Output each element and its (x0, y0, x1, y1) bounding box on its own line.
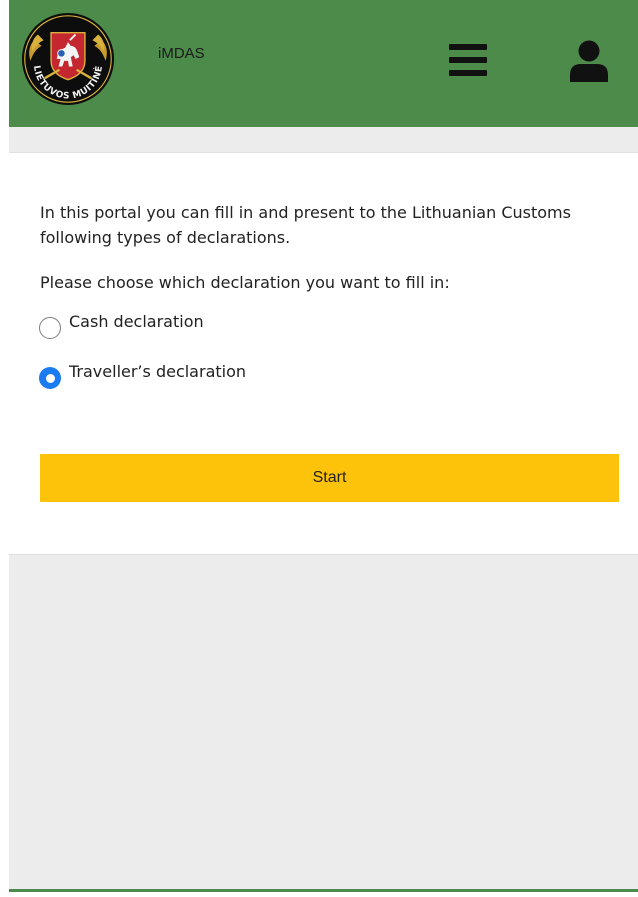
app-title: iMDAS (158, 45, 205, 62)
hamburger-menu-icon (449, 44, 487, 76)
cash-declaration-label: Cash declaration (69, 312, 204, 331)
customs-logo: LIETUVOS MUITINĖ (21, 12, 115, 106)
travellers-declaration-label: Traveller’s declaration (69, 362, 247, 381)
declaration-card: In this portal you can fill in and prese… (9, 152, 638, 555)
menu-button[interactable] (449, 42, 487, 78)
user-account-icon (570, 40, 608, 82)
page: LIETUVOS MUITINĖ iMDAS In this portal yo… (9, 0, 638, 897)
app-frame: LIETUVOS MUITINĖ iMDAS In this portal yo… (0, 0, 638, 897)
choose-prompt: Please choose which declaration you want… (40, 273, 450, 292)
start-button[interactable]: Start (40, 454, 619, 502)
intro-text: In this portal you can fill in and prese… (40, 203, 571, 247)
cash-declaration-radio[interactable] (39, 317, 61, 339)
travellers-declaration-radio[interactable] (39, 367, 61, 389)
top-header: LIETUVOS MUITINĖ iMDAS (9, 0, 638, 127)
footer-strip (9, 892, 638, 897)
user-account-button[interactable] (569, 40, 609, 82)
